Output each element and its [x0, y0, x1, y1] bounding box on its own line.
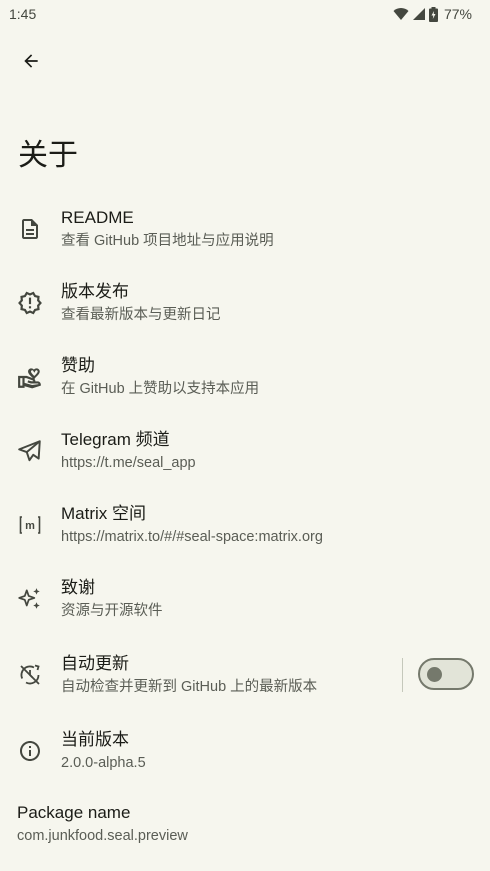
credits-title: 致谢 — [61, 578, 95, 597]
sponsor-title: 赞助 — [61, 356, 95, 375]
releases-title: 版本发布 — [61, 282, 129, 301]
package-name-title: Package name — [17, 803, 131, 822]
telegram-title: Telegram 频道 — [61, 430, 170, 449]
readme-desc: 查看 GitHub 项目地址与应用说明 — [61, 233, 274, 249]
credits-desc: 资源与开源软件 — [61, 603, 163, 619]
auto-update-item[interactable]: 自动更新 自动检查并更新到 GitHub 上的最新版本 — [0, 638, 490, 712]
sponsor-desc: 在 GitHub 上赞助以支持本应用 — [61, 381, 260, 397]
svg-text:m: m — [25, 520, 35, 532]
readme-item[interactable]: README 查看 GitHub 项目地址与应用说明 — [0, 192, 490, 266]
auto-update-switch[interactable] — [418, 658, 474, 690]
telegram-item[interactable]: Telegram 频道 https://t.me/seal_app — [0, 414, 490, 488]
signal-icon — [412, 8, 425, 20]
package-name-value: com.junkfood.seal.preview — [17, 828, 188, 844]
auto-update-title: 自动更新 — [61, 654, 129, 673]
status-time: 1:45 — [9, 6, 37, 22]
toggle-divider — [402, 658, 403, 692]
credits-item[interactable]: 致谢 资源与开源软件 — [0, 562, 490, 636]
battery-percent: 77% — [443, 6, 472, 22]
send-icon — [17, 438, 43, 464]
wifi-icon — [393, 8, 409, 20]
status-bar: 1:45 77% — [0, 0, 490, 28]
version-title: 当前版本 — [61, 730, 129, 749]
info-icon — [17, 738, 43, 764]
volunteer-activism-icon — [17, 364, 43, 390]
matrix-icon: m — [17, 512, 43, 538]
status-icons: 77% — [393, 6, 472, 22]
package-name-section[interactable]: Package name com.junkfood.seal.preview — [17, 802, 188, 846]
new-releases-icon — [17, 290, 43, 316]
sponsor-item[interactable]: 赞助 在 GitHub 上赞助以支持本应用 — [0, 340, 490, 414]
auto-awesome-icon — [17, 586, 43, 612]
back-button[interactable] — [12, 42, 50, 80]
battery-icon — [428, 6, 438, 22]
version-desc: 2.0.0-alpha.5 — [61, 755, 146, 771]
readme-title: README — [61, 208, 134, 227]
description-icon — [17, 216, 43, 242]
matrix-desc: https://matrix.to/#/#seal-space:matrix.o… — [61, 529, 323, 545]
releases-item[interactable]: 版本发布 查看最新版本与更新日记 — [0, 266, 490, 340]
auto-update-desc: 自动检查并更新到 GitHub 上的最新版本 — [61, 679, 318, 695]
telegram-desc: https://t.me/seal_app — [61, 455, 196, 471]
matrix-item[interactable]: m Matrix 空间 https://matrix.to/#/#seal-sp… — [0, 488, 490, 562]
version-item[interactable]: 当前版本 2.0.0-alpha.5 — [0, 714, 490, 788]
releases-desc: 查看最新版本与更新日记 — [61, 307, 221, 323]
arrow-back-icon — [24, 54, 38, 68]
page-title: 关于 — [18, 139, 78, 172]
matrix-title: Matrix 空间 — [61, 504, 146, 523]
update-disabled-icon — [17, 662, 43, 688]
switch-knob — [427, 667, 442, 682]
